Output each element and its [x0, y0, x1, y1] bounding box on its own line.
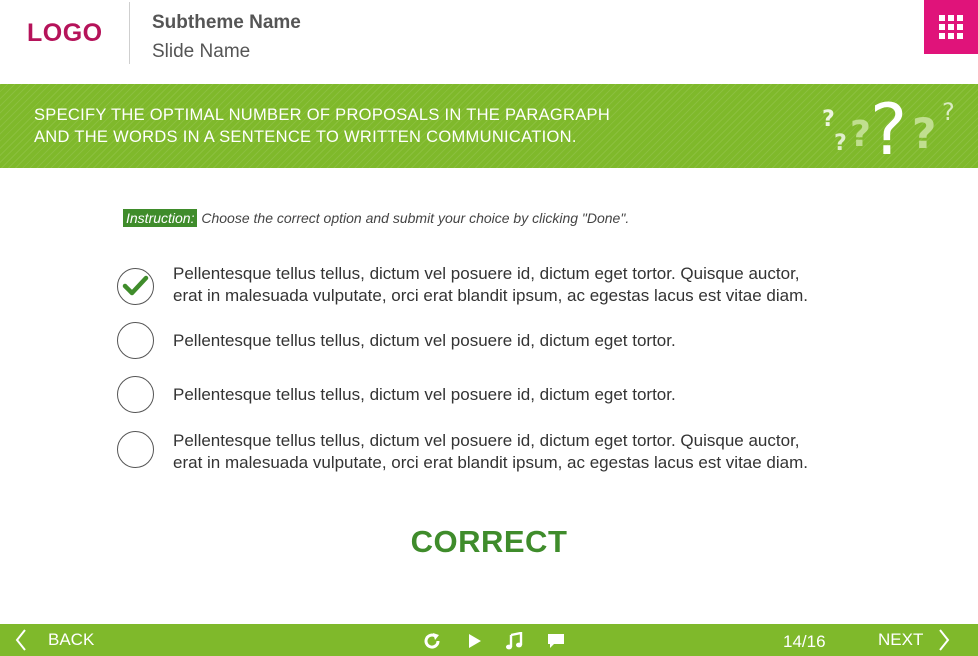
- music-button[interactable]: [503, 630, 525, 652]
- svg-text:?: ?: [912, 109, 936, 158]
- next-button[interactable]: NEXT: [878, 628, 951, 652]
- radio-selected[interactable]: [117, 268, 154, 305]
- svg-text:?: ?: [850, 114, 871, 155]
- result-feedback: CORRECT: [410, 524, 568, 559]
- page-counter: 14/16: [783, 632, 826, 651]
- play-button[interactable]: [464, 630, 486, 652]
- next-label: NEXT: [878, 630, 924, 649]
- back-label: BACK: [48, 630, 95, 649]
- back-button[interactable]: BACK: [14, 628, 94, 652]
- grid-menu-icon: [939, 15, 963, 39]
- question-text: SPECIFY THE OPTIMAL NUMBER OF PROPOSALS …: [34, 106, 611, 146]
- header: LOGO Subtheme Name Slide Name: [0, 0, 978, 84]
- question-banner: SPECIFY THE OPTIMAL NUMBER OF PROPOSALS …: [0, 84, 978, 168]
- svg-text:?: ?: [834, 131, 847, 156]
- svg-text:?: ?: [822, 107, 835, 132]
- checkmark-icon: [122, 275, 149, 296]
- comment-icon: [548, 634, 564, 648]
- chevron-left-icon: [15, 629, 26, 651]
- header-divider: [129, 2, 130, 64]
- radio-unselected[interactable]: [117, 431, 154, 468]
- play-icon: [469, 634, 481, 648]
- question-marks-icon: ? ? ? ? ? ?: [822, 89, 955, 168]
- footer-nav: BACK 14/16 NEXT: [0, 624, 978, 656]
- comment-button[interactable]: [545, 630, 567, 652]
- option-text: Pellentesque tellus tellus, dictum vel p…: [173, 431, 809, 472]
- chevron-right-icon: [939, 629, 950, 651]
- instruction-label: Instruction:: [123, 209, 198, 227]
- radio-unselected[interactable]: [117, 376, 154, 413]
- logo: LOGO: [27, 19, 103, 47]
- slide-name: Slide Name: [152, 41, 251, 62]
- option-text: Pellentesque tellus tellus, dictum vel p…: [173, 331, 676, 350]
- option-text: Pellentesque tellus tellus, dictum vel p…: [173, 385, 676, 404]
- music-icon: [506, 632, 523, 650]
- radio-unselected[interactable]: [117, 322, 154, 359]
- svg-text:?: ?: [870, 89, 907, 168]
- svg-text:?: ?: [942, 98, 955, 126]
- replay-button[interactable]: [421, 630, 443, 652]
- instruction: Instruction: Choose the correct option a…: [123, 209, 630, 227]
- option-text: Pellentesque tellus tellus, dictum vel p…: [173, 264, 809, 305]
- instruction-text: Choose the correct option and submit you…: [201, 210, 630, 226]
- menu-button[interactable]: [924, 0, 978, 54]
- subtheme-title: Subtheme Name: [152, 12, 301, 33]
- replay-icon: [424, 633, 440, 649]
